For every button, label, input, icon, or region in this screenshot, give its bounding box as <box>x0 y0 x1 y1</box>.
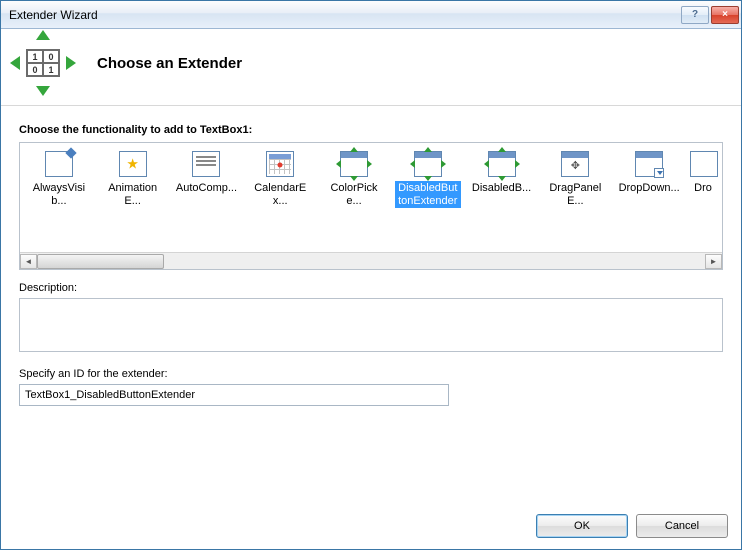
extender-item[interactable]: DropDown... <box>614 147 684 200</box>
extender-item-label: Dro <box>690 181 716 196</box>
extender-item-label: AlwaysVisib... <box>26 181 92 208</box>
id-label: Specify an ID for the extender: <box>19 368 723 380</box>
extender-list-panel: AlwaysVisib... ★ AnimationE... AutoComp... C… <box>19 142 723 270</box>
scroll-right-button[interactable]: ► <box>705 254 722 269</box>
extender-item-label: DragPanelE... <box>542 181 608 208</box>
extender-item-label: AnimationE... <box>100 181 166 208</box>
extender-icon <box>340 151 368 177</box>
extender-icon <box>192 151 220 177</box>
extender-list[interactable]: AlwaysVisib... ★ AnimationE... AutoComp... C… <box>20 143 722 251</box>
dialog-header: 1001 Choose an Extender <box>1 29 741 106</box>
functionality-label: Choose the functionality to add to TextB… <box>19 124 723 136</box>
extender-item[interactable]: ✥ DragPanelE... <box>540 147 610 212</box>
scroll-left-button[interactable]: ◄ <box>20 254 37 269</box>
dialog-title: Choose an Extender <box>97 55 242 72</box>
extender-id-input[interactable] <box>19 384 449 406</box>
extender-icon <box>266 151 294 177</box>
description-box <box>19 298 723 352</box>
extender-item-label: ColorPicke... <box>321 181 387 208</box>
extender-icon <box>635 151 663 177</box>
extender-item[interactable]: DisabledB... <box>467 147 537 200</box>
extender-icon <box>690 151 718 177</box>
extender-item[interactable]: Dro <box>688 147 718 200</box>
scroll-thumb[interactable] <box>37 254 164 269</box>
extender-item[interactable]: AutoComp... <box>172 147 242 200</box>
extender-icon <box>488 151 516 177</box>
extender-scrollbar[interactable]: ◄ ► <box>20 252 722 269</box>
description-label: Description: <box>19 282 723 294</box>
extender-item[interactable]: CalendarEx... <box>245 147 315 212</box>
window-title: Extender Wizard <box>9 8 681 22</box>
extender-wizard-icon: 1001 <box>19 39 67 87</box>
extender-item-label: DisabledB... <box>469 181 535 196</box>
extender-icon <box>414 151 442 177</box>
extender-item-label: CalendarEx... <box>247 181 313 208</box>
cancel-button[interactable]: Cancel <box>636 514 728 538</box>
close-button[interactable]: × <box>711 6 739 24</box>
extender-item-label: DropDown... <box>616 181 682 196</box>
scroll-track[interactable] <box>37 254 705 269</box>
help-button[interactable]: ? <box>681 6 709 24</box>
extender-item[interactable]: ★ AnimationE... <box>98 147 168 212</box>
extender-icon <box>45 151 73 177</box>
extender-icon: ✥ <box>561 151 589 177</box>
extender-item[interactable]: DisabledButtonExtender <box>393 147 463 212</box>
ok-button[interactable]: OK <box>536 514 628 538</box>
extender-item[interactable]: ColorPicke... <box>319 147 389 212</box>
extender-item-label: AutoComp... <box>174 181 240 196</box>
extender-item-label: DisabledButtonExtender <box>395 181 461 208</box>
extender-item[interactable]: AlwaysVisib... <box>24 147 94 212</box>
titlebar: Extender Wizard ? × <box>1 1 741 29</box>
extender-icon: ★ <box>119 151 147 177</box>
